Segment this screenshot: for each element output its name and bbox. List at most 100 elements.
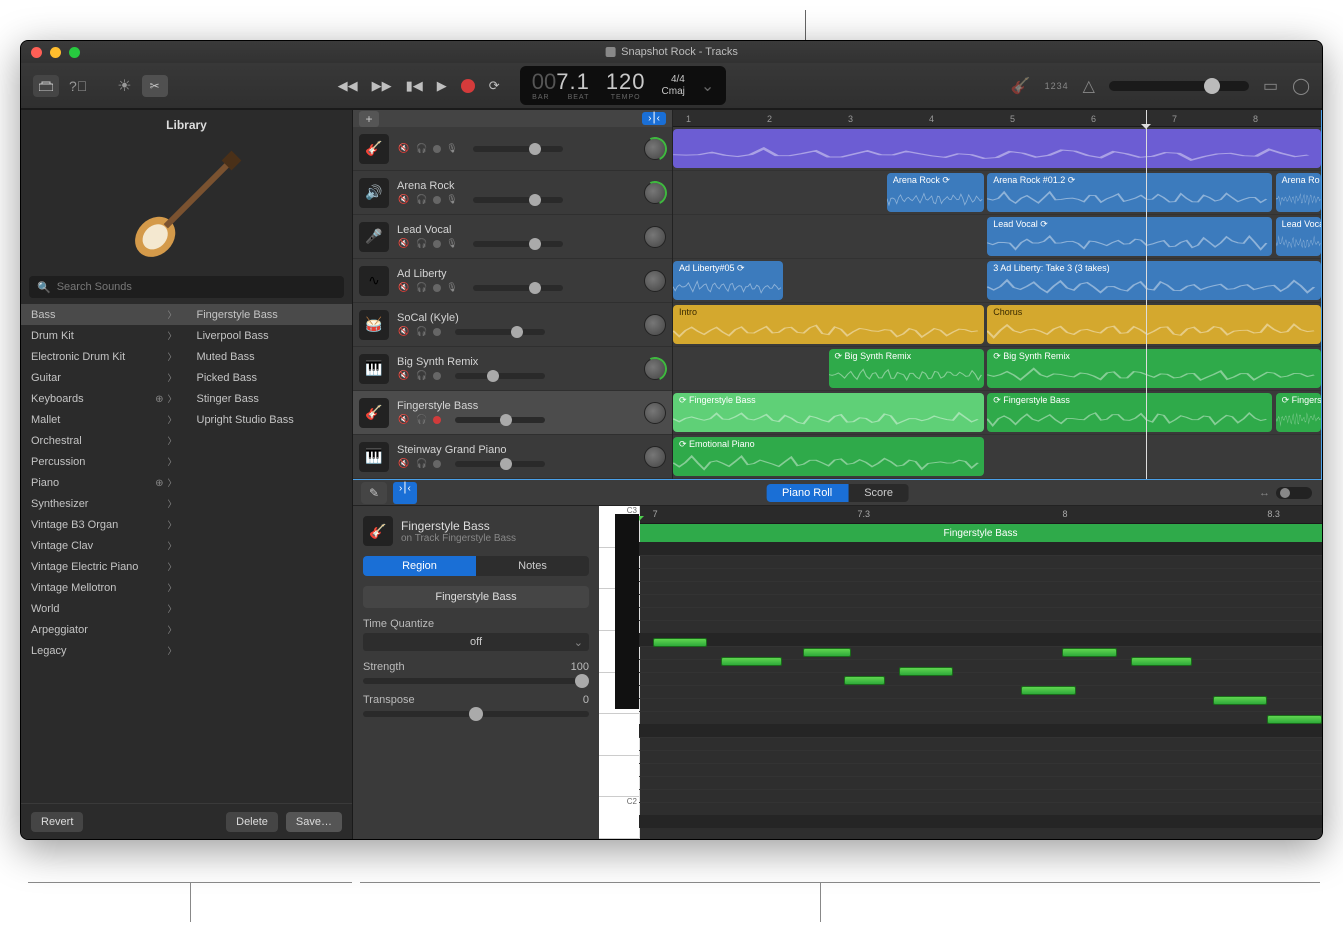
mute-button[interactable]: 🔇 [397,370,411,382]
headphone-button[interactable]: 🎧 [415,143,429,155]
zoom-icon[interactable] [69,47,80,58]
tab-notes[interactable]: Notes [476,556,589,576]
tab-score[interactable]: Score [848,484,909,502]
delete-button[interactable]: Delete [226,812,278,832]
quick-help-icon[interactable]: ?⃝ [69,78,87,94]
cycle-button[interactable]: ⟳ [489,78,500,94]
close-icon[interactable] [31,47,42,58]
track-header[interactable]: 🎸 🔇 🎧 🎙 [353,127,672,171]
count-in-icon[interactable]: 1234 [1045,81,1069,91]
record-enable-button[interactable] [433,240,441,248]
headphone-button[interactable]: 🎧 [415,282,429,294]
headphone-button[interactable]: 🎧 [415,414,429,426]
track-header[interactable]: 🎤 Lead Vocal 🔇 🎧 🎙 [353,215,672,259]
region[interactable]: ⟳ Emotional Piano [673,437,984,476]
library-item[interactable]: Piano⊕〉 [21,472,187,493]
quantize-select[interactable]: off [363,633,589,651]
revert-button[interactable]: Revert [31,812,83,832]
region[interactable]: ⟳ Fingerstyle Bass [673,393,984,432]
headphone-button[interactable]: 🎧 [415,326,429,338]
library-item[interactable]: Drum Kit〉 [21,325,187,346]
timeline-row[interactable]: Lead Vocal ⟳Lead Vocal [673,215,1321,259]
volume-slider[interactable] [473,146,563,152]
timeline-row[interactable]: Arena Rock ⟳Arena Rock #01.2 ⟳Arena Ro [673,171,1321,215]
timeline-row[interactable]: IntroChorus [673,303,1321,347]
editor-catch-button[interactable]: ›⎮‹ [393,482,417,504]
lcd-display[interactable]: 007.1 BARBEAT 120 TEMPO 4/4 Cmaj ⌄ [520,66,727,106]
mute-button[interactable]: 🔇 [397,282,411,294]
mute-button[interactable]: 🔇 [397,143,411,155]
library-item[interactable]: Bass〉 [21,304,187,325]
library-item[interactable]: Arpeggiator〉 [21,619,187,640]
mute-button[interactable]: 🔇 [397,238,411,250]
region[interactable]: Intro [673,305,984,344]
volume-slider[interactable] [455,329,545,335]
region[interactable] [673,129,1321,168]
input-button[interactable]: 🎙 [445,282,459,294]
headphone-button[interactable]: 🎧 [415,458,429,470]
midi-note[interactable] [803,648,851,657]
region-name-field[interactable]: Fingerstyle Bass [363,586,589,608]
rewind-button[interactable]: ◀◀ [338,78,358,94]
tab-region[interactable]: Region [363,556,476,576]
volume-slider[interactable] [473,241,563,247]
track-header[interactable]: 🎸 Fingerstyle Bass 🔇 🎧 [353,391,672,435]
search-input[interactable]: 🔍 Search Sounds [29,276,344,298]
tuner-icon[interactable]: 🎸 [1011,76,1031,96]
mute-button[interactable]: 🔇 [397,326,411,338]
save-button[interactable]: Save… [286,812,342,832]
volume-slider[interactable] [473,197,563,203]
editor-view-tabs[interactable]: Piano Roll Score [766,484,909,502]
library-toggle-button[interactable] [33,75,59,97]
midi-note[interactable] [653,638,708,647]
headphone-button[interactable]: 🎧 [415,194,429,206]
piano-keyboard[interactable]: C3C2C1 [599,506,639,839]
mute-button[interactable]: 🔇 [397,194,411,206]
track-header[interactable]: 🥁 SoCal (Kyle) 🔇 🎧 [353,303,672,347]
add-track-button[interactable]: + [359,111,379,127]
midi-note[interactable] [1062,648,1117,657]
timeline[interactable]: 12345678 Arena Rock ⟳Arena Rock #01.2 ⟳A… [673,110,1321,479]
pan-knob[interactable] [644,446,666,468]
timeline-row[interactable]: ⟳ Big Synth Remix⟳ Big Synth Remix [673,347,1321,391]
pan-knob[interactable] [644,138,666,160]
library-item[interactable]: Mallet〉 [21,409,187,430]
input-button[interactable]: 🎙 [445,194,459,206]
headphone-button[interactable]: 🎧 [415,238,429,250]
midi-note[interactable] [1267,715,1322,724]
volume-slider[interactable] [455,461,545,467]
library-item[interactable]: Upright Studio Bass [187,409,353,430]
library-item[interactable]: Guitar〉 [21,367,187,388]
library-item[interactable]: Keyboards⊕〉 [21,388,187,409]
go-to-start-button[interactable]: ▮◀ [406,78,423,94]
loops-icon[interactable]: ◯ [1292,76,1310,96]
pan-knob[interactable] [644,314,666,336]
region[interactable]: ⟳ Fingerstyle Bass [987,393,1272,432]
region[interactable]: ⟳ Fingers [1276,393,1321,432]
volume-slider[interactable] [455,417,545,423]
midi-note[interactable] [721,657,782,666]
tab-piano-roll[interactable]: Piano Roll [766,484,848,502]
library-item[interactable]: Fingerstyle Bass [187,304,353,325]
region[interactable]: Lead Vocal [1276,217,1321,256]
transpose-slider[interactable] [363,711,589,717]
inspector-mode-tabs[interactable]: Region Notes [363,556,589,576]
track-header[interactable]: 🎹 Steinway Grand Piano 🔇 🎧 [353,435,672,479]
master-volume-slider[interactable] [1109,81,1249,91]
metronome-icon[interactable]: △ [1083,76,1095,96]
play-button[interactable]: ▶ [437,78,447,94]
midi-note[interactable] [899,667,954,676]
region[interactable]: Arena Rock #01.2 ⟳ [987,173,1272,212]
midi-note[interactable] [1131,657,1192,666]
record-enable-button[interactable] [433,372,441,380]
strength-slider[interactable] [363,678,589,684]
pan-knob[interactable] [644,270,666,292]
notepad-icon[interactable]: ▭ [1263,76,1278,96]
piano-roll-grid[interactable]: 77.388.3 Fingerstyle Bass [639,506,1322,839]
midi-note[interactable] [1213,696,1268,705]
pan-knob[interactable] [644,182,666,204]
library-item[interactable]: Vintage Electric Piano〉 [21,556,187,577]
chevron-down-icon[interactable]: ⌄ [701,76,714,96]
library-item[interactable]: Legacy〉 [21,640,187,661]
pan-knob[interactable] [644,402,666,424]
